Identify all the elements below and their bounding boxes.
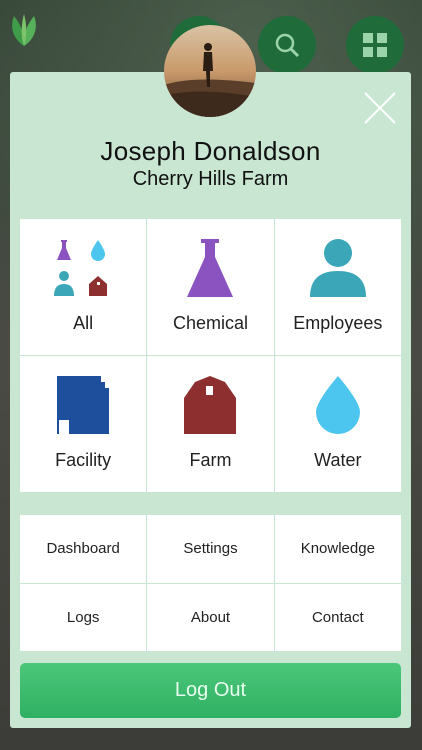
category-grid: All Chemical Employees Facility Farm Wat…	[20, 219, 401, 492]
logout-button[interactable]: Log Out	[20, 663, 401, 718]
knowledge-link[interactable]: Knowledge	[274, 515, 401, 583]
about-link[interactable]: About	[147, 583, 274, 651]
water-drop-icon	[315, 376, 360, 434]
category-label: Farm	[189, 450, 232, 470]
category-water[interactable]: Water	[274, 356, 401, 492]
profile-menu-modal: Joseph Donaldson Cherry Hills Farm All C…	[10, 72, 411, 728]
user-name: Joseph Donaldson	[100, 136, 321, 166]
category-label: All	[73, 313, 94, 333]
avatar-photo	[164, 25, 256, 117]
category-label: Chemical	[172, 313, 248, 333]
dashboard-link[interactable]: Dashboard	[20, 515, 147, 583]
grid-menu-button[interactable]	[346, 16, 404, 74]
category-label: Employees	[293, 313, 383, 333]
avatar	[164, 25, 256, 117]
close-icon[interactable]	[362, 90, 398, 126]
settings-link[interactable]: Settings	[147, 515, 274, 583]
barn-icon	[184, 376, 237, 434]
contact-link[interactable]: Contact	[274, 583, 401, 651]
grid-icon	[363, 33, 387, 57]
category-chemical[interactable]: Chemical	[147, 219, 274, 355]
all-categories-icon	[54, 240, 108, 296]
logs-link[interactable]: Logs	[20, 583, 147, 651]
category-label: Water	[314, 450, 362, 470]
category-farm[interactable]: Farm	[147, 356, 274, 492]
search-button[interactable]	[258, 16, 316, 74]
category-label: Facility	[55, 450, 112, 470]
category-all[interactable]: All	[20, 219, 147, 355]
links-grid: Dashboard Settings Knowledge Logs About …	[20, 515, 401, 651]
category-facility[interactable]: Facility	[20, 356, 147, 492]
farm-name: Cherry Hills Farm	[132, 168, 289, 190]
search-icon	[275, 33, 300, 58]
facility-icon	[57, 376, 110, 434]
leaf-logo-icon	[12, 14, 36, 46]
category-employees[interactable]: Employees	[274, 219, 401, 355]
person-icon	[309, 239, 366, 297]
flask-icon	[187, 239, 234, 297]
